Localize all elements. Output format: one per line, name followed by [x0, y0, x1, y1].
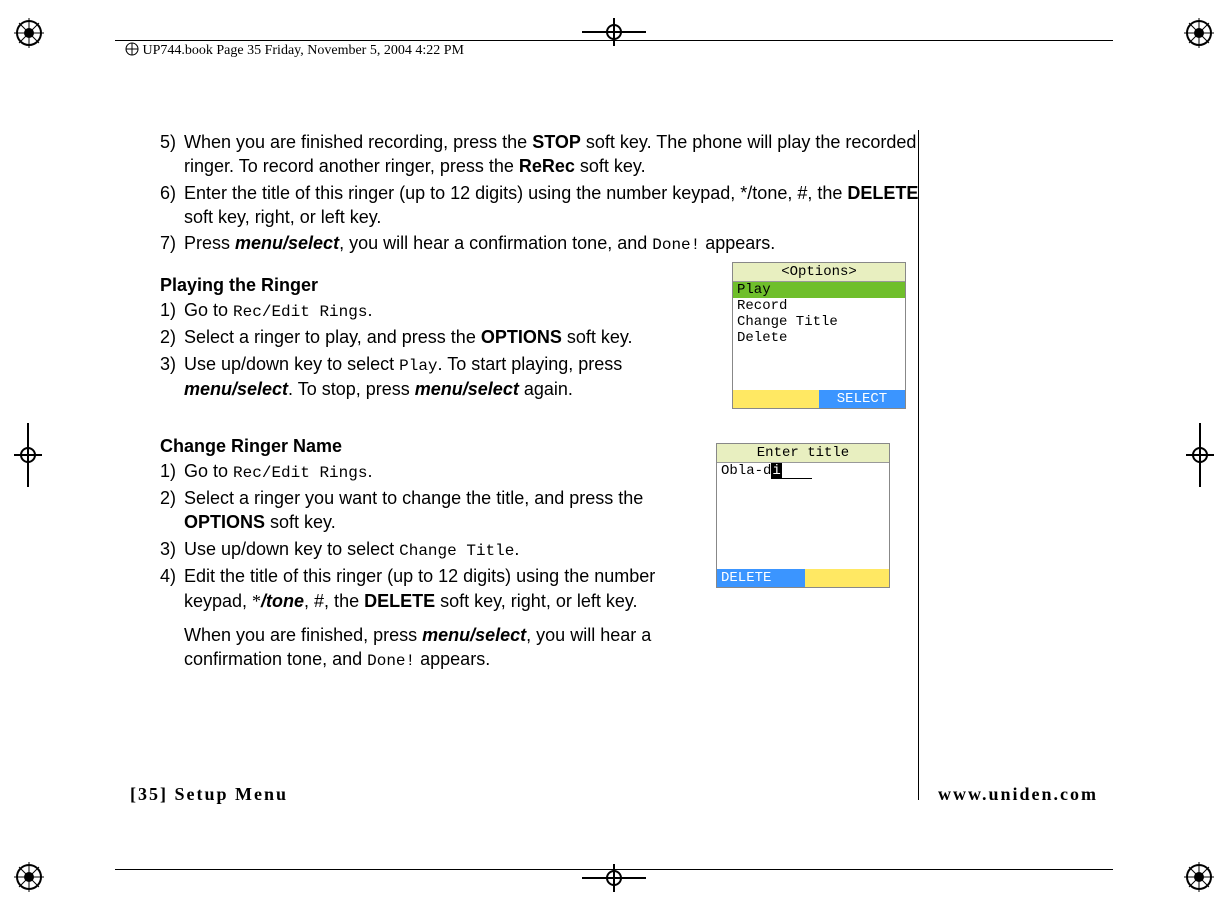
tone-key: /tone [261, 591, 304, 611]
rename-step-1: 1)Go to Rec/Edit Rings. [160, 459, 700, 485]
registration-mark-br [1184, 862, 1214, 892]
footer-right: www.uniden.com [938, 784, 1098, 805]
registration-mark-tl [14, 18, 44, 48]
registration-mark-bl [14, 862, 44, 892]
lcd-enter-title-screenshot: Enter title Obla-di DELETE [716, 443, 890, 588]
lcd-underline [782, 465, 812, 479]
step-index: 1) [160, 459, 184, 483]
stop-softkey-label: STOP [532, 132, 581, 152]
lcd-option-delete: Delete [733, 330, 905, 346]
delete-softkey-label: DELETE [847, 183, 918, 203]
page-footer: [35] Setup Menu www.uniden.com [130, 784, 1098, 814]
menu-select-key: menu/select [184, 379, 288, 399]
step-7: 7)Press menu/select, you will hear a con… [160, 231, 920, 257]
footer-left: [35] Setup Menu [130, 784, 288, 805]
crop-cross-right [1186, 423, 1214, 487]
delete-softkey-label: DELETE [364, 591, 435, 611]
star-key: * [252, 591, 261, 611]
rename-step-4: 4)Edit the title of this ringer (up to 1… [160, 564, 700, 613]
lcd-softkey-right-blank [805, 569, 889, 587]
crop-cross-left [14, 423, 42, 487]
step-index: 6) [160, 181, 184, 205]
change-title-lcd: Change Title [399, 542, 514, 560]
options-softkey-label: OPTIONS [481, 327, 562, 347]
menu-select-key: menu/select [422, 625, 526, 645]
header-text: UP744.book Page 35 Friday, November 5, 2… [143, 43, 464, 58]
lcd-softkey-left-blank [733, 390, 819, 408]
menu-select-key: menu/select [235, 233, 339, 253]
step-index: 1) [160, 298, 184, 322]
lcd-title: <Options> [733, 263, 905, 282]
rec-edit-rings-lcd: Rec/Edit Rings [233, 303, 367, 321]
step-index: 3) [160, 537, 184, 561]
step-index: 2) [160, 486, 184, 510]
rec-edit-rings-lcd: Rec/Edit Rings [233, 464, 367, 482]
step-index: 4) [160, 564, 184, 588]
step-index: 3) [160, 352, 184, 376]
play-step-1: 1)Go to Rec/Edit Rings. [160, 298, 700, 324]
bottom-rule [115, 869, 1113, 870]
done-lcd-text: Done! [367, 652, 415, 670]
menu-select-key: menu/select [415, 379, 519, 399]
rerec-softkey-label: ReRec [519, 156, 575, 176]
rename-step-2: 2)Select a ringer you want to change the… [160, 486, 700, 535]
step-index: 2) [160, 325, 184, 349]
lcd-option-play: Play [733, 282, 905, 298]
lcd-option-change-title: Change Title [733, 314, 905, 330]
step-index: 7) [160, 231, 184, 255]
registration-mark-tr [1184, 18, 1214, 48]
lcd-title-entry: Obla-di [717, 463, 889, 479]
step-6: 6)Enter the title of this ringer (up to … [160, 181, 920, 230]
lcd-option-record: Record [733, 298, 905, 314]
play-lcd: Play [399, 357, 437, 375]
lcd-softkey-select: SELECT [819, 390, 905, 408]
done-lcd-text: Done! [652, 236, 700, 254]
rename-finish: When you are finished, press menu/select… [160, 623, 700, 673]
lcd-options-screenshot: <Options> Play Record Change Title Delet… [732, 262, 906, 409]
options-softkey-label: OPTIONS [184, 512, 265, 532]
rename-step-3: 3)Use up/down key to select Change Title… [160, 537, 700, 563]
play-step-2: 2)Select a ringer to play, and press the… [160, 325, 700, 349]
play-step-3: 3)Use up/down key to select Play. To sta… [160, 352, 700, 402]
lcd-title: Enter title [717, 444, 889, 463]
top-rule [115, 40, 1113, 41]
crop-cross-top [582, 18, 646, 46]
framemaker-header: UP744.book Page 35 Friday, November 5, 2… [125, 42, 464, 59]
lcd-softkey-delete: DELETE [717, 569, 805, 587]
lcd-cursor: i [771, 463, 781, 479]
step-index: 5) [160, 130, 184, 154]
book-icon [125, 42, 139, 56]
step-5: 5)When you are finished recording, press… [160, 130, 920, 179]
lcd-entry-text: Obla-d [721, 463, 771, 479]
